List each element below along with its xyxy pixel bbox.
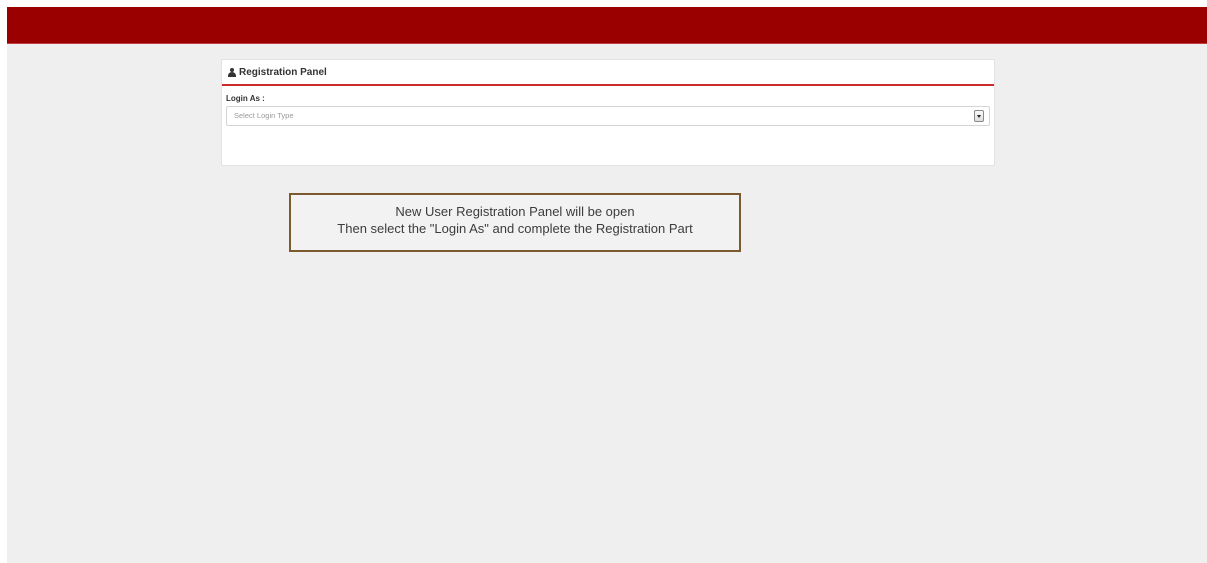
user-icon bbox=[228, 67, 236, 77]
top-header-bar bbox=[7, 7, 1207, 44]
instruction-callout: New User Registration Panel will be open… bbox=[289, 193, 741, 252]
page-viewport: Registration Panel Login As : Select Log… bbox=[7, 7, 1207, 563]
panel-title: Registration Panel bbox=[239, 66, 327, 78]
panel-body: Login As : Select Login Type bbox=[222, 86, 994, 126]
callout-line-1: New User Registration Panel will be open bbox=[395, 204, 635, 219]
registration-panel: Registration Panel Login As : Select Log… bbox=[221, 59, 995, 166]
panel-heading: Registration Panel bbox=[222, 60, 994, 86]
dropdown-arrow-icon[interactable] bbox=[974, 110, 984, 122]
callout-line-2: Then select the "Login As" and complete … bbox=[337, 221, 693, 236]
login-type-placeholder: Select Login Type bbox=[234, 111, 294, 120]
login-type-select[interactable]: Select Login Type bbox=[226, 106, 990, 126]
login-as-label: Login As : bbox=[226, 94, 265, 103]
